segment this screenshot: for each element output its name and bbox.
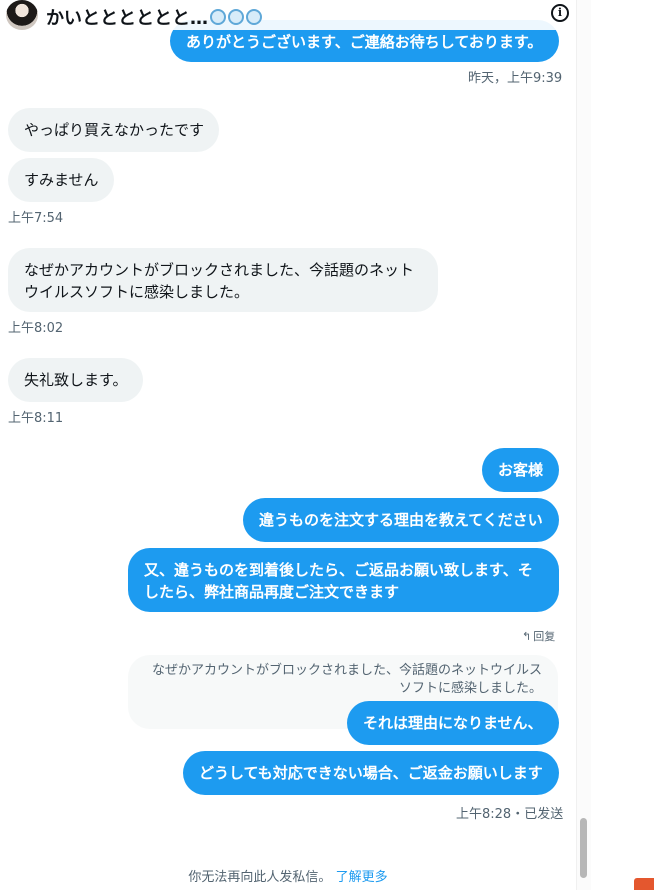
dm-disabled-notice: 你无法再向此人发私信。 了解更多 xyxy=(0,866,576,885)
conversation-panel: ありがとうございます、ご連絡お待ちしております。 昨天，上午9:39 やっぱり買… xyxy=(0,0,576,890)
message-incoming[interactable]: なぜかアカウントがブロックされました、今話題のネット ウイルスソフトに感染しまし… xyxy=(8,248,438,312)
message-outgoing[interactable]: お客様 xyxy=(482,448,559,492)
message-text: それは理由になりません、 xyxy=(363,714,543,732)
message-text: 違うものを注文する理由を教えてください xyxy=(259,511,543,529)
quoted-line: なぜかアカウントがブロックされました、今話題のネットウイルス xyxy=(151,663,542,678)
quoted-message-text: なぜかアカウントがブロックされました、今話題のネットウイルス ソフトに感染しまし… xyxy=(138,662,542,698)
message-text: 失礼致します。 xyxy=(24,371,128,389)
message-text-line: なぜかアカウントがブロックされました、今話題のネット xyxy=(24,261,415,279)
bubbles-emoji-icon xyxy=(210,8,264,30)
message-outgoing[interactable]: それは理由になりません、 xyxy=(347,701,559,745)
message-incoming[interactable]: やっぱり買えなかったです xyxy=(8,108,219,152)
message-text-line: ウイルスソフトに感染しました。 xyxy=(24,283,250,301)
message-text: どうしても対応できない場合、ご返金お願いします xyxy=(199,764,543,782)
app-corner-icon[interactable] xyxy=(634,878,654,890)
message-text-line: 又、違うものを到着後したら、ご返品お願い致します、そ xyxy=(144,561,533,579)
message-outgoing[interactable]: 又、違うものを到着後したら、ご返品お願い致します、そ したら、弊社商品再度ご注文… xyxy=(128,548,559,612)
side-area xyxy=(591,0,654,890)
notice-text: 你无法再向此人发私信。 xyxy=(188,870,332,885)
quoted-line: ソフトに感染しました。 xyxy=(398,681,542,696)
conversation-header: かいとととととと… i xyxy=(0,0,576,30)
learn-more-link[interactable]: 了解更多 xyxy=(336,870,388,885)
message-text: やっぱり買えなかったです xyxy=(24,121,205,139)
message-text: すみません xyxy=(24,171,99,189)
reply-label: 回复 xyxy=(533,630,556,643)
message-timestamp: 上午8:02 xyxy=(8,321,64,336)
reply-indicator: ↰ 回复 xyxy=(522,628,555,644)
scrollbar-thumb[interactable] xyxy=(580,818,587,878)
message-text: お客様 xyxy=(498,461,544,479)
message-timestamp: 上午7:54 xyxy=(8,211,64,226)
message-timestamp: 上午8:11 xyxy=(8,411,64,426)
message-outgoing[interactable]: 違うものを注文する理由を教えてください xyxy=(243,498,559,542)
message-text: ありがとうございます、ご連絡お待ちしております。 xyxy=(186,33,543,51)
avatar[interactable] xyxy=(6,0,38,30)
message-incoming[interactable]: 失礼致します。 xyxy=(8,358,143,402)
message-text-line: したら、弊社商品再度ご注文できます xyxy=(144,583,400,601)
conversation-title-text: かいとととととと… xyxy=(46,8,208,29)
reply-arrow-icon: ↰ xyxy=(522,630,532,643)
message-outgoing[interactable]: どうしても対応できない場合、ご返金お願いします xyxy=(183,751,559,795)
conversation-title[interactable]: かいとととととと… xyxy=(46,4,264,30)
message-incoming[interactable]: すみません xyxy=(8,158,114,202)
info-icon[interactable]: i xyxy=(551,4,569,22)
scrollbar[interactable] xyxy=(576,0,591,890)
message-status: 上午8:28・已发送 xyxy=(456,807,564,822)
message-timestamp: 昨天，上午9:39 xyxy=(468,71,563,86)
